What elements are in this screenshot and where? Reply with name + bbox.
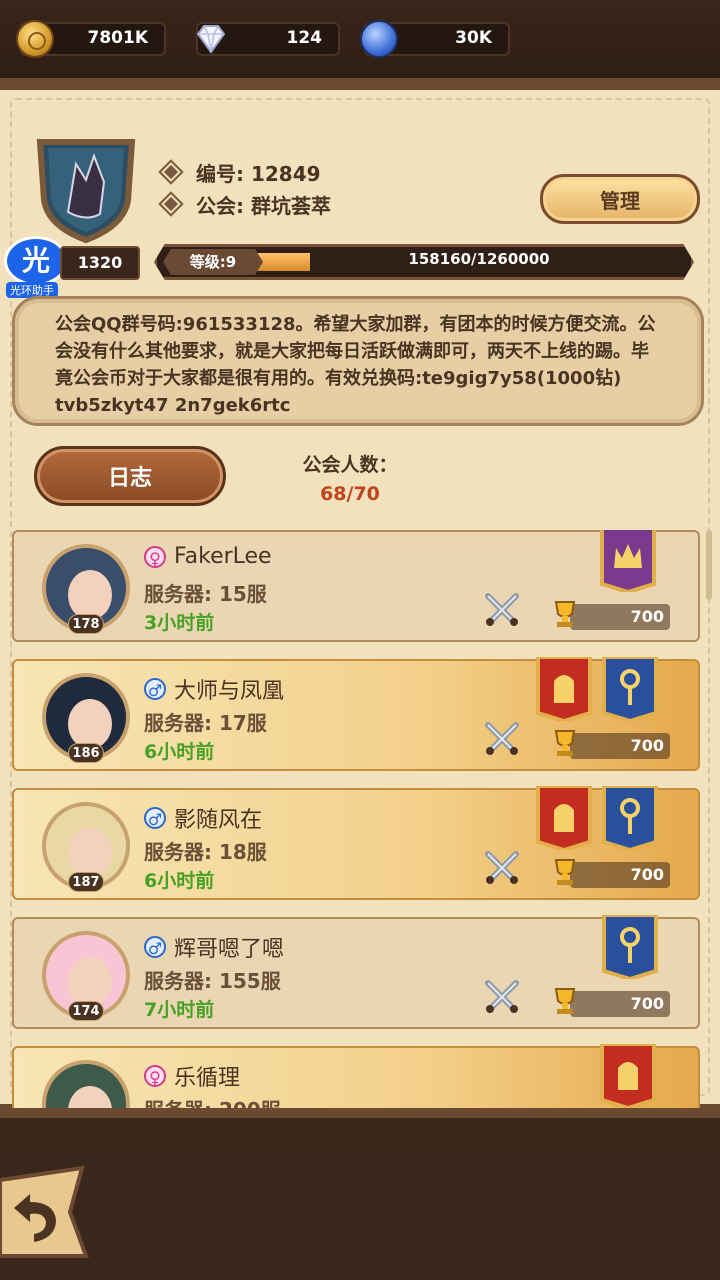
dust-counter[interactable]: 30K xyxy=(360,20,510,58)
guild-level-label: 等级:9 xyxy=(163,249,263,275)
member-avatar[interactable]: 186 xyxy=(38,671,134,767)
member-list[interactable]: 178 ♀ FakerLee 服务器: 15服 3小时前 700 186 ♂ 大… xyxy=(12,530,702,1108)
red-helm-banner-icon xyxy=(534,784,594,853)
member-last-online: 6小时前 xyxy=(144,870,215,892)
guild-info: 编号: 12849 公会: 群坑荟萃 xyxy=(158,156,331,220)
red-helm-banner-icon xyxy=(598,1042,658,1108)
member-server: 服务器: 17服 xyxy=(144,711,267,735)
guild-id: 编号: 12849 xyxy=(196,161,321,186)
member-name: 辉哥嗯了嗯 xyxy=(174,937,285,962)
member-server: 服务器: 18服 xyxy=(144,840,267,864)
member-level: 187 xyxy=(68,872,104,892)
male-icon: ♂ xyxy=(144,678,166,700)
member-count-value: 68/70 xyxy=(320,483,380,505)
member-avatar[interactable]: 174 xyxy=(38,929,134,1025)
log-button[interactable]: 日志 xyxy=(34,446,226,506)
red-helm-banner-icon xyxy=(534,655,594,724)
guild-power: 1320 xyxy=(60,246,140,280)
dust-value: 30K xyxy=(455,28,492,48)
blue-key-banner-icon xyxy=(600,784,660,853)
purple-crown-banner-icon xyxy=(598,530,658,595)
male-icon: ♂ xyxy=(144,936,166,958)
member-name: 乐循理 xyxy=(174,1066,241,1091)
member-avatar[interactable]: 178 xyxy=(38,542,134,638)
member-card[interactable]: ♀ 乐循理 服务器: 200服 xyxy=(12,1042,700,1108)
crossed-swords-icon xyxy=(482,977,522,1017)
gold-coin-icon xyxy=(16,20,54,58)
member-server: 服务器: 155服 xyxy=(144,969,281,993)
assistant-icon: 光 xyxy=(4,236,68,286)
guild-name: 公会: 群坑荟萃 xyxy=(196,193,331,218)
trophy-icon xyxy=(548,856,582,890)
bullet-icon xyxy=(158,191,184,217)
member-score: 700 xyxy=(570,733,670,759)
diamond-value: 124 xyxy=(286,28,323,48)
trophy-icon xyxy=(548,985,582,1019)
member-card[interactable]: 178 ♀ FakerLee 服务器: 15服 3小时前 700 xyxy=(12,530,700,642)
guild-notice: 公会QQ群号码:961533128。希望大家加群，有团本的时候方便交流。公会没有… xyxy=(12,296,704,426)
manage-button[interactable]: 管理 xyxy=(540,174,700,224)
guild-exp-text: 158160/1260000 xyxy=(408,250,550,268)
member-card[interactable]: 174 ♂ 辉哥嗯了嗯 服务器: 155服 7小时前 700 xyxy=(12,913,700,1029)
member-name: 大师与凤凰 xyxy=(174,679,285,704)
member-name: 影随风在 xyxy=(174,808,263,833)
member-last-online: 3小时前 xyxy=(144,612,215,634)
member-score: 700 xyxy=(570,862,670,888)
back-button[interactable] xyxy=(0,1160,90,1264)
female-icon: ♀ xyxy=(144,1065,166,1087)
bottom-bar xyxy=(0,1150,720,1280)
diamond-icon xyxy=(192,20,230,58)
trophy-icon xyxy=(548,727,582,761)
member-server: 服务器: 15服 xyxy=(144,582,267,606)
member-avatar[interactable]: 187 xyxy=(38,800,134,896)
male-icon: ♂ xyxy=(144,807,166,829)
crossed-swords-icon xyxy=(482,719,522,759)
member-level: 186 xyxy=(68,743,104,763)
gold-value: 7801K xyxy=(87,28,149,48)
guild-emblem-icon[interactable] xyxy=(32,134,140,244)
member-name: FakerLee xyxy=(174,544,272,569)
avatar-icon xyxy=(42,1060,130,1108)
member-level: 178 xyxy=(68,614,104,634)
member-avatar[interactable] xyxy=(38,1058,134,1108)
crossed-swords-icon xyxy=(482,590,522,630)
gold-counter[interactable]: 7801K xyxy=(16,20,166,58)
member-server: 服务器: 200服 xyxy=(144,1094,281,1108)
blue-key-banner-icon xyxy=(600,655,660,724)
list-scrollbar[interactable] xyxy=(706,530,712,600)
hero-dust-icon xyxy=(360,20,398,58)
member-card[interactable]: 186 ♂ 大师与凤凰 服务器: 17服 6小时前 700 xyxy=(12,655,700,771)
diamond-counter[interactable]: 124 xyxy=(196,22,340,56)
member-level: 174 xyxy=(68,1001,104,1021)
member-last-online: 7小时前 xyxy=(144,999,215,1021)
guild-level-bar: 等级:9 158160/1260000 xyxy=(154,244,694,280)
female-icon: ♀ xyxy=(144,545,166,568)
blue-key-banner-icon xyxy=(600,913,660,982)
crossed-swords-icon xyxy=(482,848,522,888)
member-last-online: 6小时前 xyxy=(144,741,215,763)
member-score: 700 xyxy=(570,991,670,1017)
member-card[interactable]: 187 ♂ 影随风在 服务器: 18服 6小时前 700 xyxy=(12,784,700,900)
resource-bar: 7801K 124 30K xyxy=(0,0,720,80)
trophy-icon xyxy=(548,598,582,632)
member-count: 公会人数： 68/70 xyxy=(280,450,420,505)
member-score: 700 xyxy=(570,604,670,630)
member-count-label: 公会人数： xyxy=(302,454,398,476)
bullet-icon xyxy=(158,159,184,185)
